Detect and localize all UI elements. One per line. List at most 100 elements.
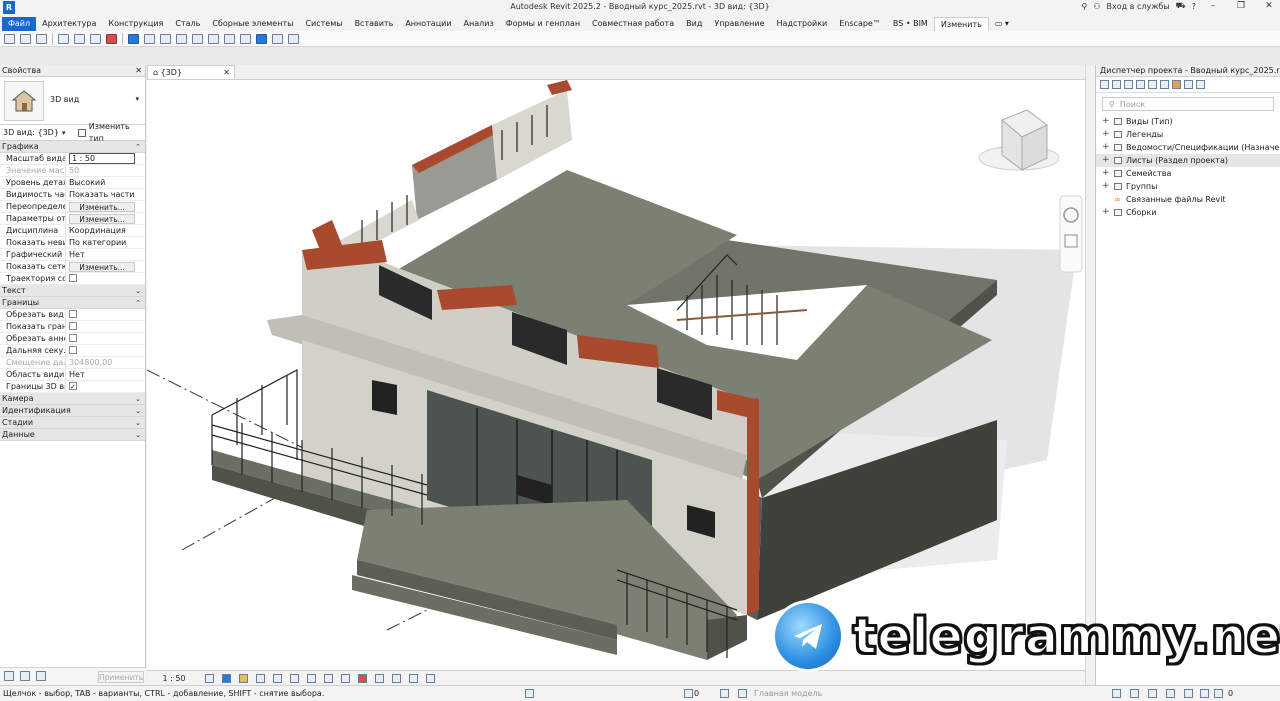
group-identity[interactable]: Идентификация ⌄ [0,405,145,417]
switch-windows-icon[interactable] [272,33,283,44]
edit-button[interactable]: Изменить... [69,214,135,224]
thin-lines-icon[interactable] [240,33,251,44]
expand-icon[interactable]: ⌄ [135,405,141,417]
spot-elevation-icon[interactable] [176,33,187,44]
analytical-model-icon[interactable] [392,673,401,683]
categorized-icon[interactable] [4,671,14,681]
close-icon[interactable]: ✕ [223,66,230,79]
align-dimension-icon[interactable] [160,33,171,44]
select-links-icon[interactable] [1112,689,1121,698]
browser-node-sheets[interactable]: + Листы (Раздел проекта) [1096,154,1280,167]
tab-bs-bim[interactable]: BS • BIM [887,17,934,31]
worksets-icon[interactable] [525,689,534,698]
section-icon[interactable] [224,33,235,44]
background-processes-icon[interactable] [1200,689,1209,698]
select-pinned-icon[interactable] [1148,689,1157,698]
ribbon-options-icon[interactable]: ▭ ▾ [989,17,1015,31]
unlock-view-icon[interactable] [324,673,333,683]
sync-icon[interactable] [36,33,47,44]
tab-insert[interactable]: Вставить [349,17,400,31]
prop-row-show-hidden[interactable]: Показать неви...По категории [0,237,145,249]
undo-icon[interactable] [58,33,69,44]
help-button[interactable]: ? [1192,2,1196,11]
close-button[interactable]: ✕ [1258,1,1280,11]
edit-button[interactable]: Изменить... [69,202,135,212]
vertical-divider[interactable] [1085,65,1095,685]
save-icon[interactable] [20,33,31,44]
expand-icon[interactable]: ⌄ [135,285,141,297]
customize-qat-icon[interactable] [288,33,299,44]
browser-node-revit-links[interactable]: ∞ Связанные файлы Revit [1096,193,1280,206]
group-extents[interactable]: Границы ⌃ [0,297,145,309]
sun-path-icon[interactable] [239,673,248,683]
apply-button[interactable]: Применить [98,671,144,683]
close-inactive-icon[interactable] [106,33,117,44]
group-text[interactable]: Текст ⌄ [0,285,145,297]
expand-icon[interactable]: ⌄ [135,393,141,405]
browser-node-families[interactable]: + Семейства [1096,167,1280,180]
binoculars-icon[interactable]: ⚲ [1081,2,1087,11]
group-phasing[interactable]: Стадии ⌄ [0,417,145,429]
prop-row-graphic-style[interactable]: Графический с...Нет [0,249,145,261]
group-data[interactable]: Данные ⌄ [0,429,145,441]
user-icon[interactable]: ⚇ [1093,2,1100,11]
prop-row-parts-visibility[interactable]: Видимость час...Показать части [0,189,145,201]
open-icon[interactable] [4,33,15,44]
browser-search[interactable]: ⚲ Поиск [1102,97,1274,111]
prop-row-vg-overrides[interactable]: Переопределе...Изменить... [0,201,145,213]
tab-analyze[interactable]: Анализ [458,17,500,31]
redo-icon[interactable] [74,33,85,44]
collapse-icon[interactable]: ⌃ [135,141,141,153]
tab-architecture[interactable]: Архитектура [36,17,102,31]
prop-row-sun-path[interactable]: Траектория со... [0,273,145,285]
minimize-button[interactable]: – [1202,1,1224,11]
close-hidden-windows-icon[interactable] [256,33,267,44]
modify-select-icon[interactable] [128,33,139,44]
prop-row-crop-region-visible[interactable]: Показать гран... [0,321,145,333]
text-icon[interactable] [192,33,203,44]
tab-view[interactable]: Вид [680,17,708,31]
filter-icon[interactable] [1214,689,1223,698]
view-scale-button[interactable]: 1 : 50 [147,674,201,683]
prop-row-discipline[interactable]: Дисциплина Координация [0,225,145,237]
edit-type-button[interactable]: Изменить тип [78,122,145,143]
edit-button[interactable]: Изменить... [69,262,135,272]
filter-icon[interactable] [36,671,46,681]
expand-icon[interactable]: ⌄ [135,417,141,429]
chevron-down-icon[interactable]: ▾ [62,125,66,141]
tab-annotate[interactable]: Аннотации [399,17,457,31]
prop-row-annotation-crop[interactable]: Обрезать анно... [0,333,145,345]
tab-enscape[interactable]: Enscape™ [833,17,887,31]
detail-level-icon[interactable] [205,673,214,683]
model-selector-icon[interactable] [738,689,747,698]
tab-file[interactable]: Файл [2,16,37,31]
worksharing-display-icon[interactable] [375,673,384,683]
tab-manage[interactable]: Управление [708,17,770,31]
restore-button[interactable]: ❐ [1230,1,1252,11]
section-box-checkbox[interactable] [69,381,77,392]
reveal-hidden-icon[interactable] [358,673,367,683]
print-icon[interactable] [90,33,101,44]
active-model[interactable]: Главная модель [754,686,822,701]
type-selector[interactable]: 3D вид ▾ [0,77,145,125]
crop-region-visible-checkbox[interactable] [69,321,77,330]
editing-requests-icon[interactable] [720,689,729,698]
show-constraints-icon[interactable] [426,673,435,683]
tab-structure[interactable]: Конструкция [102,17,169,31]
view-tab-3d[interactable]: ⌂ {3D} ✕ [147,65,235,79]
prop-row-view-scale[interactable]: Масштаб вида 1 : 50 [0,153,145,165]
prop-row-crop-view[interactable]: Обрезать вид [0,309,145,321]
sun-path-checkbox[interactable] [69,273,77,282]
drag-on-selection-icon[interactable] [1184,689,1193,698]
tab-systems[interactable]: Системы [299,17,348,31]
render-icon[interactable] [273,673,282,683]
highlight-displacement-icon[interactable] [409,673,418,683]
prop-row-scope-box[interactable]: Область види... Нет [0,369,145,381]
tab-addins[interactable]: Надстройки [771,17,834,31]
annotation-crop-checkbox[interactable] [69,333,77,342]
prop-row-show-grids[interactable]: Показать сетки Изменить... [0,261,145,273]
links-icon[interactable] [1172,80,1181,89]
assemblies-icon[interactable] [1184,80,1193,89]
sheets-icon[interactable] [1124,80,1133,89]
show-crop-region-icon[interactable] [307,673,316,683]
